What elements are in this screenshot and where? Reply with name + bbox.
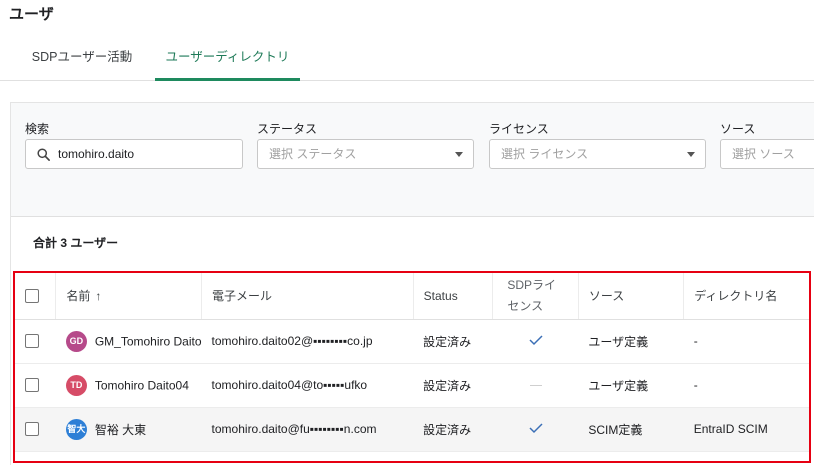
source-select[interactable]: 選択 ソース bbox=[720, 139, 814, 169]
user-total-count: 合計 3 ユーザー bbox=[33, 236, 119, 250]
search-value: tomohiro.daito bbox=[58, 147, 135, 161]
chevron-down-icon bbox=[687, 152, 695, 157]
license-placeholder: 選択 ライセンス bbox=[501, 147, 589, 161]
license-label: ライセンス bbox=[489, 122, 549, 136]
page-title: ユーザ bbox=[9, 6, 54, 23]
tab-bar: SDPユーザー活動 ユーザーディレクトリ bbox=[0, 38, 814, 81]
tab-sdp-user-activity[interactable]: SDPユーザー活動 bbox=[18, 38, 146, 80]
license-select[interactable]: 選択 ライセンス bbox=[489, 139, 706, 169]
highlight-frame bbox=[13, 271, 811, 463]
tab-user-directory[interactable]: ユーザーディレクトリ bbox=[155, 38, 300, 81]
source-placeholder: 選択 ソース bbox=[732, 147, 795, 161]
search-icon bbox=[37, 148, 50, 161]
status-label: ステータス bbox=[257, 122, 318, 136]
search-input[interactable]: tomohiro.daito bbox=[25, 139, 243, 169]
status-select[interactable]: 選択 ステータス bbox=[257, 139, 474, 169]
chevron-down-icon bbox=[455, 152, 463, 157]
status-placeholder: 選択 ステータス bbox=[269, 147, 357, 161]
source-label: ソース bbox=[720, 122, 756, 136]
filter-bar: 検索 tomohiro.daito ステータス 選択 ステータス ライセンス 選… bbox=[11, 103, 814, 217]
search-label: 検索 bbox=[25, 122, 50, 136]
